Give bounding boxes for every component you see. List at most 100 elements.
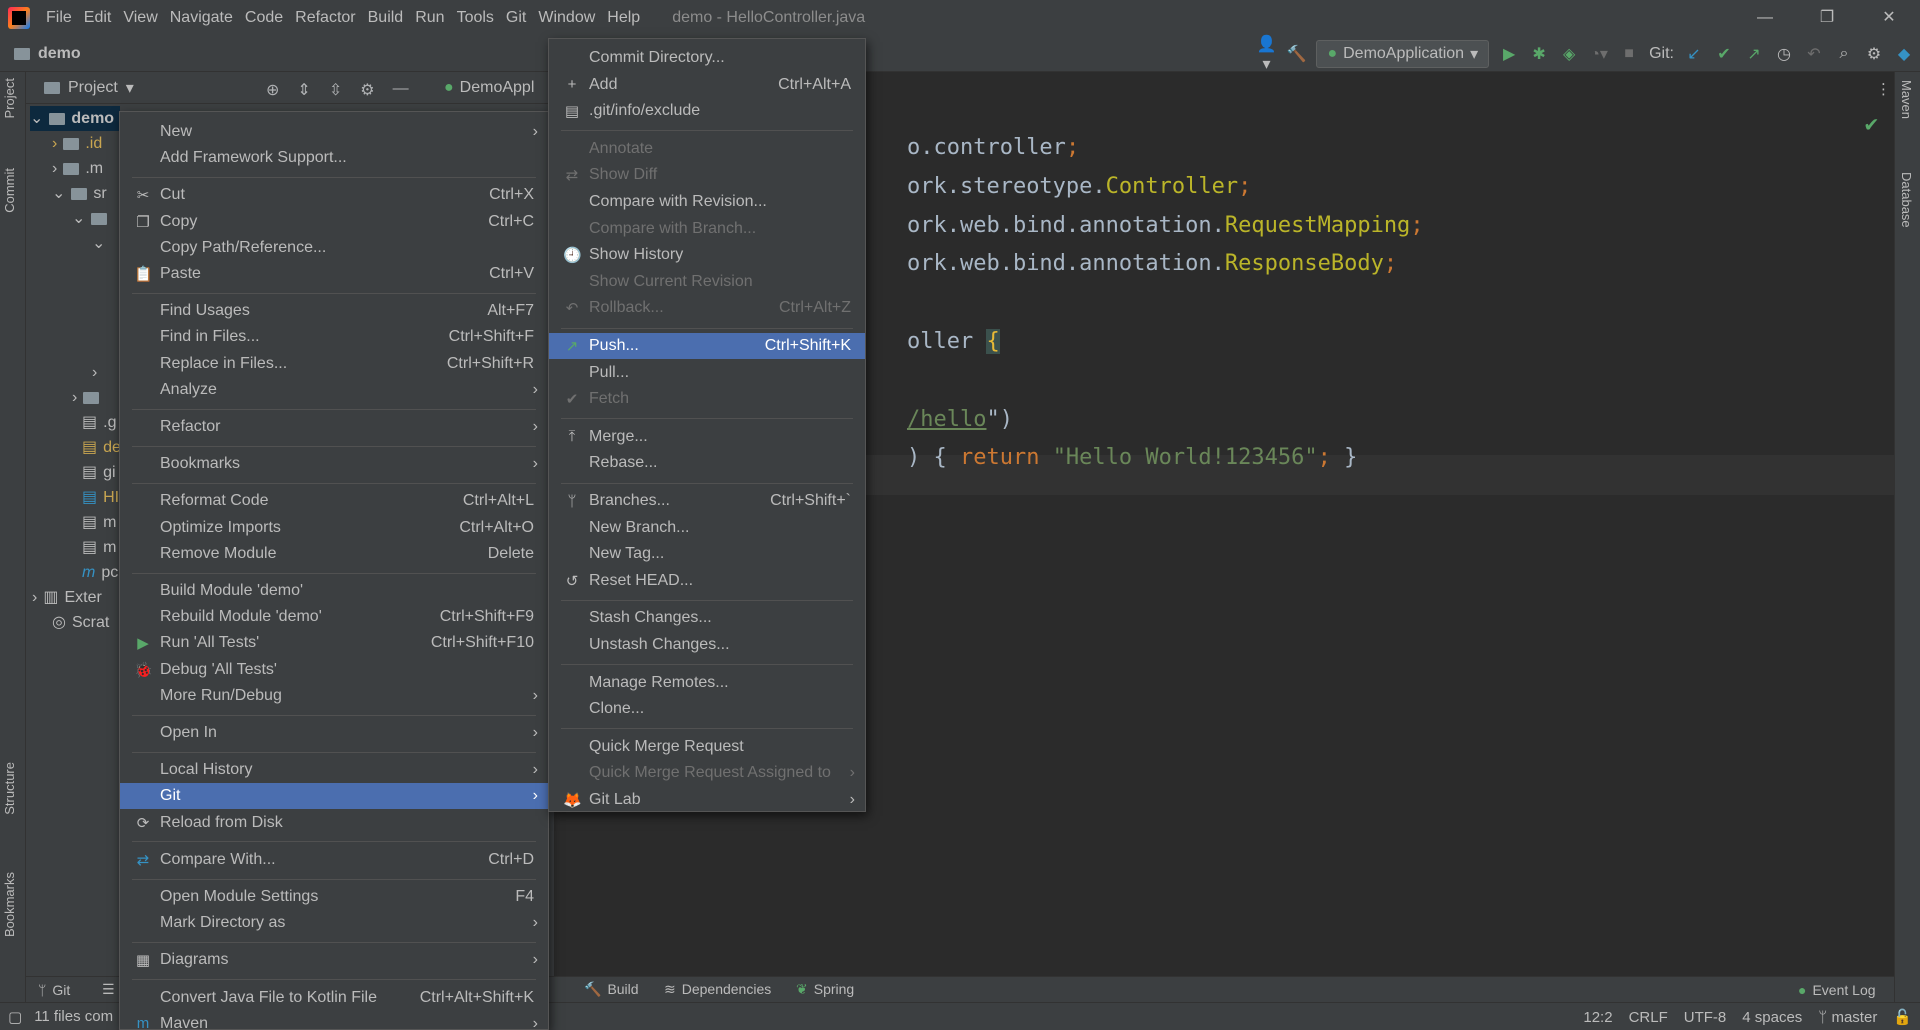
breadcrumb-project[interactable]: demo <box>38 45 81 63</box>
git-rollback-icon[interactable]: ↶ <box>1804 44 1824 64</box>
close-icon[interactable]: ✕ <box>1858 0 1920 36</box>
tree-node-demo[interactable]: ⌄ demo <box>30 106 120 131</box>
menu-item-refactor[interactable]: Refactor › <box>120 414 548 440</box>
menu-item-diagrams[interactable]: ▦ Diagrams › <box>120 947 548 973</box>
git-branch-widget[interactable]: ᛘ master <box>1818 1009 1877 1026</box>
menu-item-commit-directory[interactable]: Commit Directory... <box>549 45 865 71</box>
chevron-down-icon[interactable]: ▾ <box>126 78 134 98</box>
tree-node-mvnw-cmd[interactable]: ▤ m <box>82 535 116 560</box>
menu-item-reformat-code[interactable]: Reformat Code Ctrl+Alt+L <box>120 488 548 514</box>
tree-node-src[interactable]: ⌄ sr <box>52 181 107 206</box>
tree-node-idea[interactable]: › .id <box>52 131 102 156</box>
menu-item-show-history[interactable]: 🕘 Show History <box>549 242 865 268</box>
tool-tab-git[interactable]: ᛘ Git <box>38 982 70 998</box>
locate-icon[interactable]: ⊕ <box>266 80 279 100</box>
search-icon[interactable]: ⌕ <box>1834 45 1854 63</box>
stop-icon[interactable]: ■ <box>1619 45 1639 63</box>
tree-node-external-libraries[interactable]: › ▥ Exter <box>32 585 102 610</box>
project-panel-title[interactable]: Project <box>68 79 118 97</box>
status-message[interactable]: 11 files com <box>34 1008 113 1025</box>
tab-bookmarks[interactable]: Bookmarks <box>2 872 17 937</box>
lock-icon[interactable]: 🔓 <box>1893 1008 1912 1026</box>
menu-item-pull[interactable]: Pull... <box>549 360 865 386</box>
tab-project[interactable]: Project <box>2 78 17 118</box>
menu-item-more-run-debug[interactable]: More Run/Debug › <box>120 683 548 709</box>
collapse-all-icon[interactable]: ⇳ <box>329 80 342 100</box>
tree-node-test[interactable]: › <box>92 360 97 385</box>
tree-node-java[interactable]: ⌄ <box>92 231 105 256</box>
menu-item-manage-remotes[interactable]: Manage Remotes... <box>549 670 865 696</box>
menu-window[interactable]: Window <box>532 9 601 27</box>
menu-refactor[interactable]: Refactor <box>289 9 361 27</box>
menu-item-stash-changes[interactable]: Stash Changes... <box>549 605 865 631</box>
caret-position[interactable]: 12:2 <box>1583 1009 1612 1026</box>
menu-item-fetch[interactable]: ✔ Fetch <box>549 386 865 412</box>
tree-node-gitfile[interactable]: ▤ gi <box>82 460 116 485</box>
menu-item-compare-with-revision[interactable]: Compare with Revision... <box>549 189 865 215</box>
tree-node-main[interactable]: ⌄ <box>72 206 108 231</box>
menu-item-push[interactable]: ↗ Push... Ctrl+Shift+K <box>549 333 865 359</box>
tool-tab-dependencies[interactable]: ≋ Dependencies <box>664 981 771 998</box>
tree-node-demo-iml[interactable]: ▤ de <box>82 435 121 460</box>
tree-node-mvn[interactable]: › .m <box>52 156 103 181</box>
menu-item-branches[interactable]: ᛘ Branches... Ctrl+Shift+` <box>549 488 865 514</box>
profile-icon[interactable]: ◔▾ <box>1589 44 1609 64</box>
menu-item-convert-java-file-to-kotlin-file[interactable]: Convert Java File to Kotlin File Ctrl+Alt… <box>120 985 548 1011</box>
menu-item-rebuild-module-demo[interactable]: Rebuild Module 'demo' Ctrl+Shift+F9 <box>120 604 548 630</box>
git-history-icon[interactable]: ◷ <box>1774 44 1794 64</box>
editor-tab[interactable]: ● DemoAppl <box>440 72 560 104</box>
menu-item-copy[interactable]: ❐ Copy Ctrl+C <box>120 209 548 235</box>
tree-node-mvnw[interactable]: ▤ m <box>82 510 116 535</box>
tab-database[interactable]: Database <box>1899 172 1914 228</box>
breadcrumb[interactable]: demo <box>14 45 81 63</box>
menu-item-annotate[interactable]: Annotate <box>549 136 865 162</box>
more-options-icon[interactable]: ⋮ <box>1876 80 1891 98</box>
git-push-icon[interactable]: ↗ <box>1744 44 1764 64</box>
menu-item-debug-all-tests[interactable]: 🐞 Debug 'All Tests' <box>120 657 548 683</box>
menu-item-bookmarks[interactable]: Bookmarks › <box>120 451 548 477</box>
menu-item-open-module-settings[interactable]: Open Module Settings F4 <box>120 884 548 910</box>
menu-item-show-diff[interactable]: ⇄ Show Diff <box>549 162 865 188</box>
menu-navigate[interactable]: Navigate <box>164 9 239 27</box>
menu-item-analyze[interactable]: Analyze › <box>120 377 548 403</box>
menu-git[interactable]: Git <box>500 9 532 27</box>
menu-code[interactable]: Code <box>239 9 289 27</box>
menu-build[interactable]: Build <box>362 9 410 27</box>
menu-item-new-tag[interactable]: New Tag... <box>549 541 865 567</box>
menu-item-maven[interactable]: m Maven › <box>120 1011 548 1030</box>
tab-commit[interactable]: Commit <box>2 168 17 213</box>
todo-icon[interactable]: ☰ <box>102 981 115 998</box>
menu-item-quick-merge-request[interactable]: Quick Merge Request <box>549 734 865 760</box>
git-commit-icon[interactable]: ✔ <box>1714 44 1734 64</box>
menu-item-paste[interactable]: 📋 Paste Ctrl+V <box>120 261 548 287</box>
menu-item-local-history[interactable]: Local History › <box>120 757 548 783</box>
gear-icon[interactable]: ⚙ <box>360 80 374 100</box>
run-icon[interactable]: ▶ <box>1499 44 1519 64</box>
build-hammer-icon[interactable]: 🔨 <box>1286 44 1306 64</box>
menu-item-copy-path-reference[interactable]: Copy Path/Reference... <box>120 235 548 261</box>
hide-icon[interactable]: — <box>393 80 409 100</box>
tool-tab-spring[interactable]: ❦ Spring <box>796 981 854 998</box>
tree-node-target[interactable]: › <box>72 385 100 410</box>
menu-item-reset-head[interactable]: ↺ Reset HEAD... <box>549 568 865 594</box>
menu-item-rebase[interactable]: Rebase... <box>549 450 865 476</box>
menu-item-add-framework-support[interactable]: Add Framework Support... <box>120 145 548 171</box>
menu-item-rollback[interactable]: ↶ Rollback... Ctrl+Alt+Z <box>549 295 865 321</box>
inspection-ok-icon[interactable]: ✔ <box>1865 112 1878 137</box>
tool-tab-event-log[interactable]: ● Event Log <box>1798 982 1876 998</box>
jetbrains-toolbox-icon[interactable]: ◆ <box>1894 44 1914 64</box>
menu-item-compare-with[interactable]: ⇄ Compare With... Ctrl+D <box>120 847 548 873</box>
menu-item-merge[interactable]: ⤒ Merge... <box>549 424 865 450</box>
menu-run[interactable]: Run <box>409 9 450 27</box>
tab-maven[interactable]: Maven <box>1899 80 1914 119</box>
tree-node-help[interactable]: ▤ HI <box>82 485 119 510</box>
menu-item-git-lab[interactable]: 🦊 Git Lab › <box>549 787 865 813</box>
menu-edit[interactable]: Edit <box>78 9 118 27</box>
menu-item-remove-module[interactable]: Remove Module Delete <box>120 541 548 567</box>
menu-item-reload-from-disk[interactable]: ⟳ Reload from Disk <box>120 810 548 836</box>
menu-item-quick-merge-request-assigned-to[interactable]: Quick Merge Request Assigned to › <box>549 760 865 786</box>
menu-item-mark-directory-as[interactable]: Mark Directory as › <box>120 910 548 936</box>
menu-item-unstash-changes[interactable]: Unstash Changes... <box>549 632 865 658</box>
indent-setting[interactable]: 4 spaces <box>1742 1009 1802 1026</box>
debug-icon[interactable]: ✱ <box>1529 44 1549 64</box>
